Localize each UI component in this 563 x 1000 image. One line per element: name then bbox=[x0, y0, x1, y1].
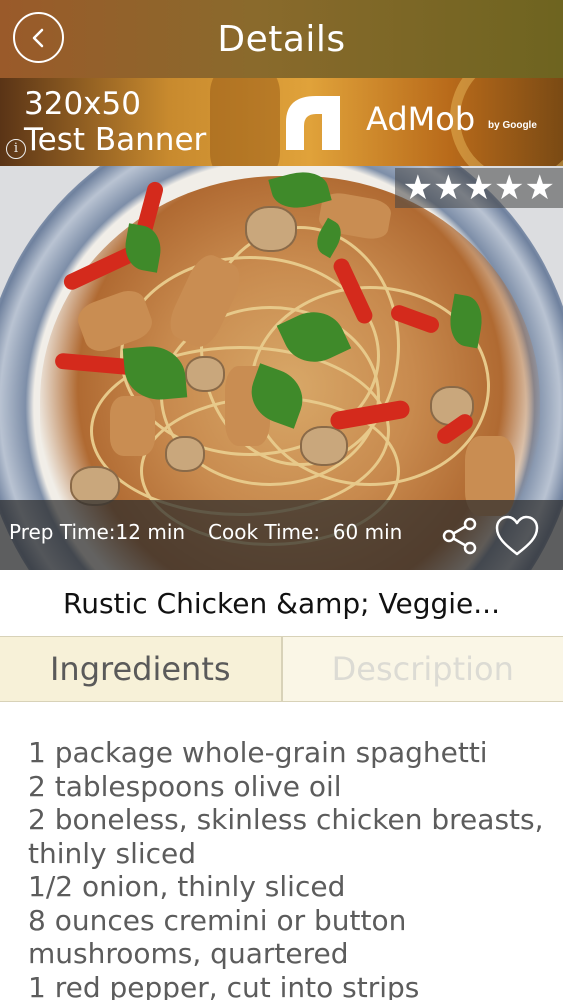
tab-bar: Ingredients Description bbox=[0, 636, 563, 702]
cook-time: Cook Time: 60 min bbox=[208, 520, 403, 544]
app-header: Details bbox=[0, 0, 563, 78]
heart-outline-icon[interactable] bbox=[494, 514, 540, 558]
list-item: thinly sliced bbox=[28, 836, 197, 870]
ad-size-label: 320x50 bbox=[24, 86, 141, 122]
star-rating-display: ★★★★★ bbox=[402, 168, 555, 208]
list-item: 8 ounces cremini or button bbox=[28, 903, 407, 937]
ad-test-label: Test Banner bbox=[24, 122, 207, 158]
time-bar: Prep Time:12 min Cook Time: 60 min bbox=[0, 500, 563, 570]
recipe-title: Rustic Chicken &amp; Veggie... bbox=[63, 586, 500, 620]
admob-brand-suffix: by Google bbox=[488, 120, 537, 131]
admob-brand: AdMob bbox=[366, 100, 476, 138]
prep-time: Prep Time:12 min bbox=[9, 520, 186, 544]
page-title: Details bbox=[217, 18, 346, 60]
share-icon[interactable] bbox=[440, 516, 480, 556]
list-item: mushrooms, quartered bbox=[28, 937, 349, 970]
chevron-left-icon bbox=[32, 28, 43, 47]
info-icon[interactable]: i bbox=[6, 139, 26, 159]
back-button[interactable] bbox=[13, 12, 64, 63]
ingredients-list: 1 package whole-grain spaghetti 2 tables… bbox=[28, 736, 548, 1000]
list-item: 1/2 onion, thinly sliced bbox=[28, 870, 346, 903]
admob-logo-icon bbox=[286, 96, 340, 150]
tab-ingredients[interactable]: Ingredients bbox=[0, 637, 283, 701]
list-item: 2 tablespoons olive oil bbox=[28, 769, 342, 803]
list-item: 2 boneless, skinless chicken breasts, bbox=[28, 803, 544, 836]
list-item: 1 red pepper, cut into strips bbox=[28, 970, 420, 1000]
tab-description[interactable]: Description bbox=[282, 637, 563, 701]
rating-stars: ★★★★★ bbox=[394, 168, 563, 208]
list-item: 1 package whole-grain spaghetti bbox=[28, 736, 488, 769]
ad-banner[interactable]: 320x50 Test Banner i AdMob by Google bbox=[0, 78, 563, 166]
